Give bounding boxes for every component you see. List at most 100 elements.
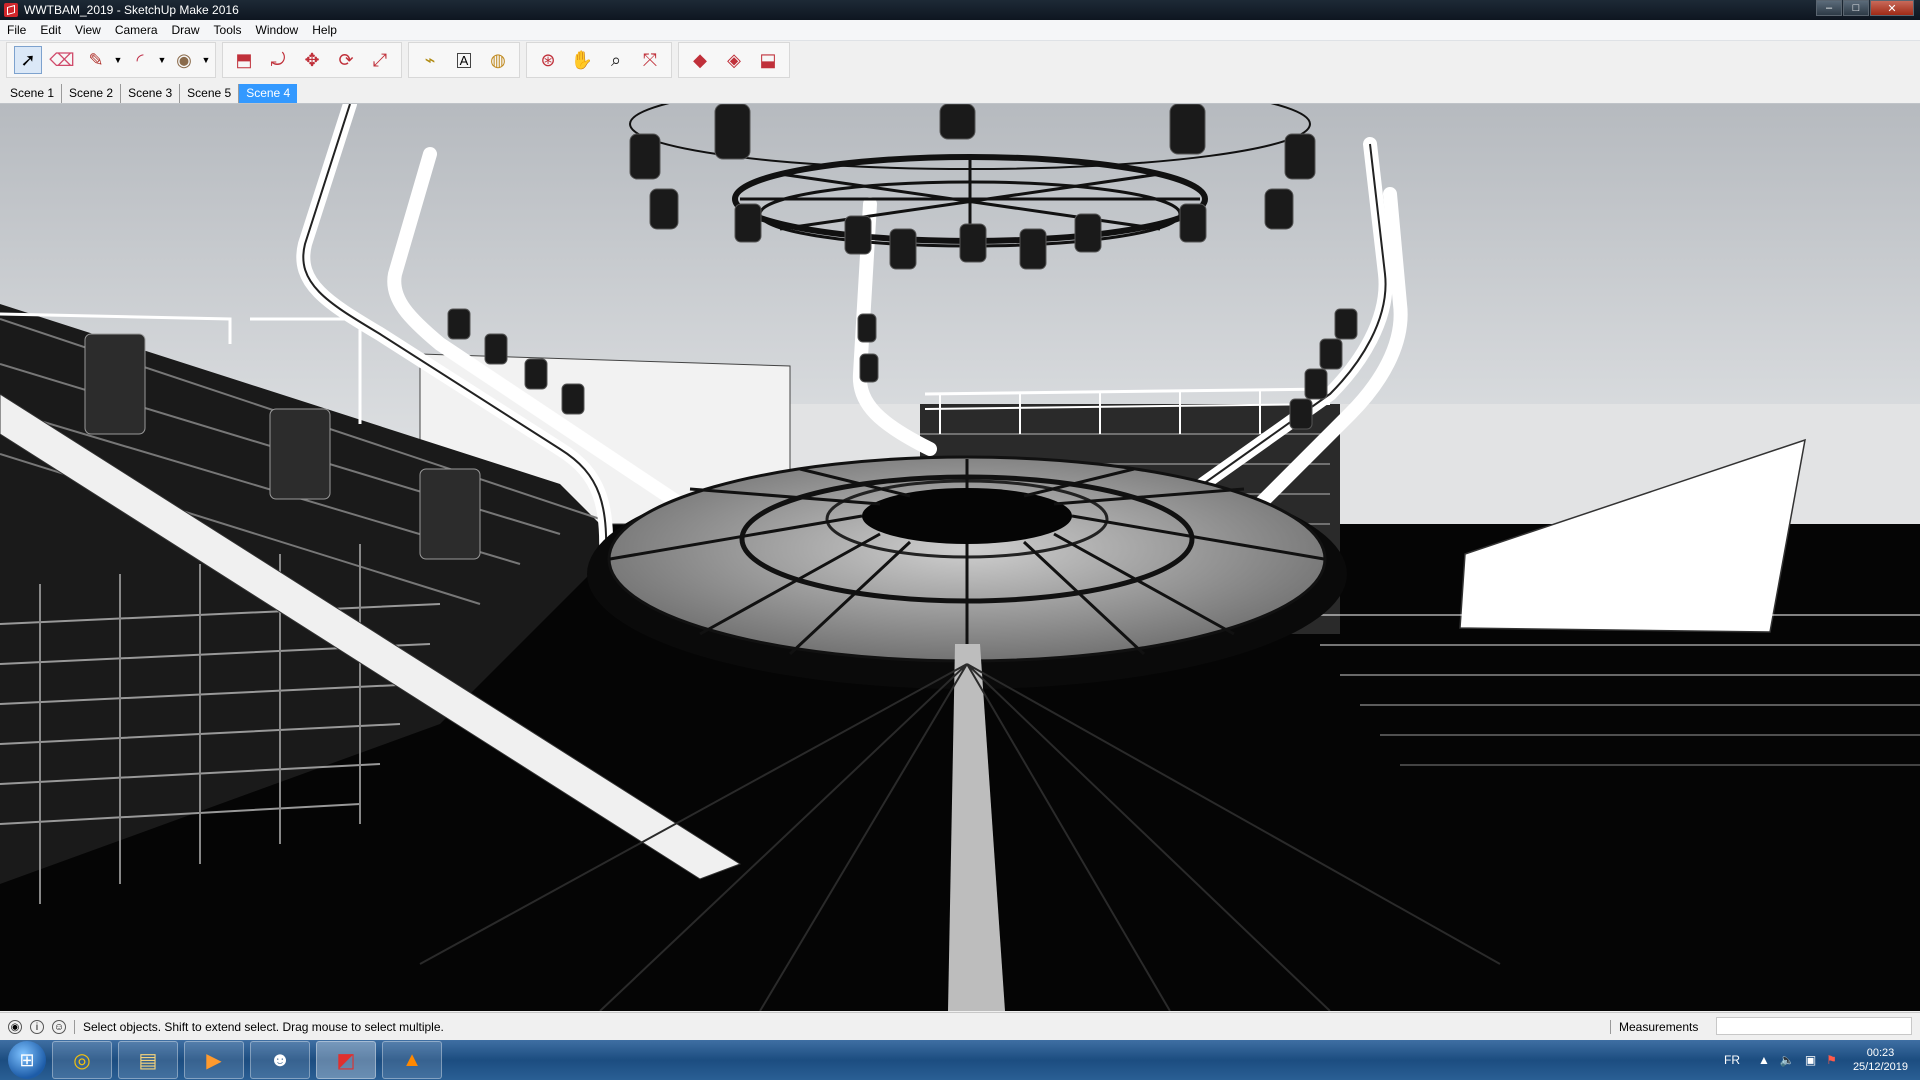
arc-tool-button[interactable]: ◜ bbox=[126, 46, 154, 74]
extension-warehouse-icon: ◈ bbox=[727, 50, 741, 70]
circle-icon: ◉ bbox=[176, 50, 192, 70]
share-model-button[interactable]: ⬓ bbox=[754, 46, 782, 74]
clock-date: 25/12/2019 bbox=[1852, 1061, 1908, 1073]
window-title: WWTBAM_2019 - SketchUp Make 2016 bbox=[24, 3, 239, 17]
scene-tab-2[interactable]: Scene 2 bbox=[62, 84, 122, 103]
offset-icon: ⤾ bbox=[270, 50, 286, 70]
volume-icon[interactable]: 🔈 bbox=[1780, 1053, 1795, 1067]
system-tray: FR ▲ 🔈 ▣ ⚑ 00:23 25/12/2019 bbox=[1724, 1040, 1908, 1080]
select-tool-button[interactable]: ➚ bbox=[14, 46, 42, 74]
minimize-button[interactable]: – bbox=[1816, 0, 1842, 16]
scene-tab-5[interactable]: Scene 5 bbox=[180, 84, 240, 103]
rotate-button[interactable]: ⟳ bbox=[332, 46, 360, 74]
scale-button[interactable]: ⤢ bbox=[366, 46, 394, 74]
push-pull-icon: ⬒ bbox=[235, 50, 253, 70]
action-center-flag-icon[interactable]: ⚑ bbox=[1826, 1053, 1837, 1067]
orbit-icon: ⊛ bbox=[540, 50, 556, 70]
vlc-icon: ▲ bbox=[402, 1048, 422, 1071]
shape-tool-dropdown-icon[interactable]: ▼ bbox=[201, 55, 211, 65]
zoom-extents-icon: ⤧ bbox=[642, 50, 658, 70]
geo-location-icon[interactable]: ◉ bbox=[8, 1020, 22, 1034]
move-button[interactable]: ✥ bbox=[298, 46, 326, 74]
move-icon: ✥ bbox=[304, 50, 320, 70]
share-model-icon: ⬓ bbox=[759, 50, 777, 70]
push-pull-button[interactable]: ⬒ bbox=[230, 46, 258, 74]
chrome-icon: ◎ bbox=[73, 1049, 91, 1072]
toolbar-group-warehouse: ◆ ◈ ⬓ bbox=[678, 42, 790, 78]
eraser-icon: ⌫ bbox=[49, 50, 75, 70]
scene-tabs: Scene 1 Scene 2 Scene 3 Scene 5 Scene 4 bbox=[0, 81, 1920, 104]
eraser-tool-button[interactable]: ⌫ bbox=[48, 46, 76, 74]
menu-edit[interactable]: Edit bbox=[33, 23, 68, 37]
line-tool-button[interactable]: ✎ bbox=[82, 46, 110, 74]
toolbar-group-camera: ⊛ ✋ ⌕ ⤧ bbox=[526, 42, 672, 78]
extension-warehouse-button[interactable]: ◈ bbox=[720, 46, 748, 74]
status-bar: ◉ i ☺ Select objects. Shift to extend se… bbox=[0, 1012, 1920, 1041]
clock[interactable]: 00:23 25/12/2019 bbox=[1853, 1046, 1908, 1074]
zoom-button[interactable]: ⌕ bbox=[602, 46, 630, 74]
menu-window[interactable]: Window bbox=[249, 23, 306, 37]
menu-help[interactable]: Help bbox=[305, 23, 344, 37]
arc-icon: ◜ bbox=[136, 50, 144, 70]
language-indicator[interactable]: FR bbox=[1724, 1053, 1740, 1067]
credits-icon[interactable]: i bbox=[30, 1020, 44, 1034]
zoom-icon: ⌕ bbox=[610, 50, 622, 70]
taskbar-sketchup[interactable]: ◩ bbox=[316, 1041, 376, 1079]
toolbar-group-edit: ⬒ ⤾ ✥ ⟳ ⤢ bbox=[222, 42, 402, 78]
taskbar-file-explorer[interactable]: ▤ bbox=[118, 1041, 178, 1079]
select-icon: ➚ bbox=[20, 50, 36, 70]
paint-bucket-icon: ◍ bbox=[490, 50, 506, 70]
toolbar-group-construction: ⌁ A ◍ bbox=[408, 42, 520, 78]
close-button[interactable]: ✕ bbox=[1870, 0, 1914, 16]
menu-tools[interactable]: Tools bbox=[207, 23, 249, 37]
menu-draw[interactable]: Draw bbox=[165, 23, 207, 37]
windows-logo-icon: ⊞ bbox=[19, 1049, 35, 1070]
maximize-button[interactable]: □ bbox=[1843, 0, 1869, 16]
tape-measure-icon: ⌁ bbox=[424, 50, 436, 70]
file-explorer-icon: ▤ bbox=[138, 1049, 158, 1072]
text-button[interactable]: A bbox=[450, 46, 478, 74]
tape-measure-button[interactable]: ⌁ bbox=[416, 46, 444, 74]
rotate-icon: ⟳ bbox=[338, 50, 354, 70]
clock-time: 00:23 bbox=[1866, 1047, 1895, 1059]
orbit-button[interactable]: ⊛ bbox=[534, 46, 562, 74]
taskbar-discord[interactable]: ☻ bbox=[250, 1041, 310, 1079]
status-message: Select objects. Shift to extend select. … bbox=[83, 1020, 444, 1034]
windows-taskbar: ⊞ ◎ ▤ ▶ ☻ ◩ ▲ FR ▲ 🔈 ▣ ⚑ 00:23 25/12/201… bbox=[0, 1040, 1920, 1080]
show-hidden-icons-icon[interactable]: ▲ bbox=[1758, 1053, 1770, 1067]
scene-tab-1[interactable]: Scene 1 bbox=[3, 84, 63, 103]
menu-view[interactable]: View bbox=[68, 23, 108, 37]
3d-warehouse-button[interactable]: ◆ bbox=[686, 46, 714, 74]
sketchup-icon: ◩ bbox=[336, 1049, 356, 1072]
sketchup-app-icon[interactable] bbox=[4, 3, 18, 17]
network-icon[interactable]: ▣ bbox=[1805, 1053, 1816, 1067]
pan-button[interactable]: ✋ bbox=[568, 46, 596, 74]
taskbar-chrome[interactable]: ◎ bbox=[52, 1041, 112, 1079]
menu-file[interactable]: File bbox=[0, 23, 33, 37]
zoom-extents-button[interactable]: ⤧ bbox=[636, 46, 664, 74]
scene-tab-3[interactable]: Scene 3 bbox=[121, 84, 181, 103]
measurements-input[interactable] bbox=[1716, 1017, 1912, 1035]
window-controls: – □ ✕ bbox=[1815, 0, 1914, 16]
menu-camera[interactable]: Camera bbox=[108, 23, 165, 37]
media-player-icon: ▶ bbox=[206, 1049, 222, 1072]
title-bar: WWTBAM_2019 - SketchUp Make 2016 – □ ✕ bbox=[0, 0, 1920, 20]
arc-tool-dropdown-icon[interactable]: ▼ bbox=[157, 55, 167, 65]
taskbar-media-player[interactable]: ▶ bbox=[184, 1041, 244, 1079]
line-tool-dropdown-icon[interactable]: ▼ bbox=[113, 55, 123, 65]
offset-button[interactable]: ⤾ bbox=[264, 46, 292, 74]
pan-icon: ✋ bbox=[570, 50, 594, 70]
measurements-label: Measurements bbox=[1610, 1020, 1698, 1034]
paint-bucket-button[interactable]: ◍ bbox=[484, 46, 512, 74]
text-icon: A bbox=[456, 52, 472, 68]
model-viewport[interactable] bbox=[0, 104, 1920, 1011]
getting-started-toolbar: ➚ ⌫ ✎ ▼ ◜ ▼ ◉ ▼ ⬒ ⤾ ✥ ⟳ ⤢ ⌁ A ◍ ⊛ ✋ ⌕ ⤧ … bbox=[0, 41, 1920, 79]
studio-scene-render bbox=[0, 104, 1920, 1011]
3d-warehouse-icon: ◆ bbox=[693, 50, 707, 70]
shape-tool-button[interactable]: ◉ bbox=[170, 46, 198, 74]
start-button[interactable]: ⊞ bbox=[8, 1041, 46, 1079]
taskbar-vlc[interactable]: ▲ bbox=[382, 1041, 442, 1079]
toolbar-group: ➚ ⌫ ✎ ▼ ◜ ▼ ◉ ▼ bbox=[6, 42, 216, 78]
user-account-icon[interactable]: ☺ bbox=[52, 1020, 66, 1034]
scene-tab-4[interactable]: Scene 4 bbox=[239, 84, 298, 103]
